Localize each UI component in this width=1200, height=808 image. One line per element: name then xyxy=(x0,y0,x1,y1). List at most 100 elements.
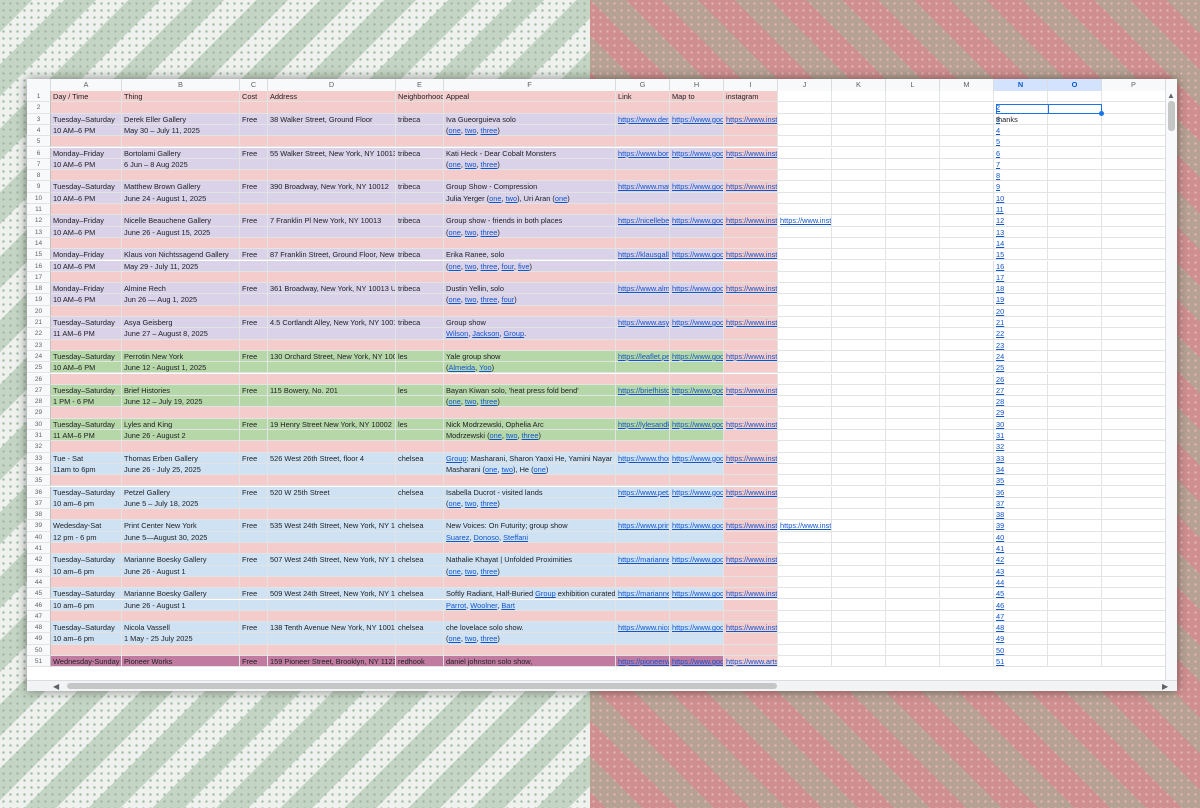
cell-b-50[interactable] xyxy=(122,644,240,656)
cell-e-7[interactable] xyxy=(396,158,444,171)
cell-f-9[interactable]: Group Show - Compression xyxy=(444,181,616,193)
cell-f-42[interactable]: Nathalie Khayat | Unfolded Proximities xyxy=(444,554,616,566)
cell-o-46[interactable] xyxy=(1048,599,1102,611)
cell-h-26[interactable] xyxy=(670,373,724,385)
cell-n-31[interactable]: 31 xyxy=(994,430,1048,442)
cell-k-40[interactable] xyxy=(832,531,886,543)
scroll-right-icon[interactable]: ▶ xyxy=(1162,681,1168,691)
cell-n-40[interactable]: 40 xyxy=(994,531,1048,543)
cell-g-30[interactable]: https://lylesandki xyxy=(616,418,670,430)
cell-p-8[interactable] xyxy=(1102,170,1166,182)
cell-i-15[interactable]: https://www.instagram.com/erikaranee/?hl… xyxy=(724,249,778,261)
cell-n-29[interactable]: 29 xyxy=(994,407,1048,419)
row-number[interactable]: 13 xyxy=(27,226,51,238)
cell-b-2[interactable] xyxy=(122,102,240,114)
cell-o-32[interactable] xyxy=(1048,441,1102,453)
cell-e-19[interactable] xyxy=(396,294,444,306)
cell-i-26[interactable] xyxy=(724,373,778,385)
cell-c-4[interactable] xyxy=(240,124,268,137)
cell-c-15[interactable]: Free xyxy=(240,249,268,261)
cell-h-10[interactable] xyxy=(670,192,724,204)
cell-n-39[interactable]: 39 xyxy=(994,520,1048,532)
cell-j-10[interactable] xyxy=(778,192,832,204)
cell-e-24[interactable]: les xyxy=(396,350,444,363)
cell-g-32[interactable] xyxy=(616,441,670,453)
cell-l-40[interactable] xyxy=(886,531,940,543)
cell-f-17[interactable] xyxy=(444,271,616,284)
cell-c-38[interactable] xyxy=(240,509,268,521)
cell-h-25[interactable] xyxy=(670,362,724,374)
cell-k-45[interactable] xyxy=(832,588,886,600)
cell-f-14[interactable] xyxy=(444,237,616,250)
cell-n1[interactable] xyxy=(994,91,1048,103)
cell-p-29[interactable] xyxy=(1102,407,1166,419)
cell-h-9[interactable]: https://www.goog xyxy=(670,181,724,193)
cell-o-10[interactable] xyxy=(1048,192,1102,204)
cell-a-39[interactable]: Wedesday-Sat xyxy=(51,520,122,532)
header-map[interactable]: Map to xyxy=(670,91,724,103)
cell-p-48[interactable] xyxy=(1102,622,1166,634)
cell-j-51[interactable] xyxy=(778,656,832,668)
cell-c-36[interactable]: Free xyxy=(240,486,268,498)
cell-n-20[interactable]: 20 xyxy=(994,305,1048,317)
cell-l-13[interactable] xyxy=(886,226,940,238)
cell-a-22[interactable]: 11 AM–6 PM xyxy=(51,328,122,340)
cell-a-15[interactable]: Monday–Friday xyxy=(51,249,122,261)
cell-k-42[interactable] xyxy=(832,554,886,566)
cell-k-23[interactable] xyxy=(832,339,886,351)
cell-d-40[interactable] xyxy=(268,531,396,543)
column-header-c[interactable]: C xyxy=(240,79,268,91)
cell-m-2[interactable] xyxy=(940,102,994,114)
cell-c-10[interactable] xyxy=(240,192,268,204)
cell-selection[interactable] xyxy=(996,104,1104,116)
cell-h-34[interactable] xyxy=(670,463,724,476)
row-number[interactable]: 3 xyxy=(27,113,51,125)
cell-b-43[interactable]: June 26 - August 1 xyxy=(122,565,240,577)
cell-f-32[interactable] xyxy=(444,441,616,453)
cell-h-6[interactable]: https://www.goog xyxy=(670,147,724,159)
cell-p-6[interactable] xyxy=(1102,147,1166,159)
cell-e-21[interactable]: tribeca xyxy=(396,317,444,329)
cell-e-34[interactable] xyxy=(396,463,444,476)
cell-b-6[interactable]: Bortolami Gallery xyxy=(122,147,240,159)
cell-n-30[interactable]: 30 xyxy=(994,418,1048,430)
cell-p-50[interactable] xyxy=(1102,644,1166,656)
cell-l-27[interactable] xyxy=(886,384,940,397)
cell-e-14[interactable] xyxy=(396,237,444,250)
cell-j-37[interactable] xyxy=(778,497,832,510)
cell-m-6[interactable] xyxy=(940,147,994,159)
cell-a-24[interactable]: Tuesday–Saturday xyxy=(51,350,122,363)
cell-n-21[interactable]: 21 xyxy=(994,317,1048,329)
cell-m-18[interactable] xyxy=(940,283,994,295)
cell-p-37[interactable] xyxy=(1102,497,1166,510)
cell-m-4[interactable] xyxy=(940,124,994,137)
cell-i-28[interactable] xyxy=(724,396,778,408)
cell-e-38[interactable] xyxy=(396,509,444,521)
cell-m-40[interactable] xyxy=(940,531,994,543)
cell-m-17[interactable] xyxy=(940,271,994,284)
cell-j-7[interactable] xyxy=(778,158,832,171)
cell-p-4[interactable] xyxy=(1102,124,1166,137)
cell-i-24[interactable]: https://www.instagram.com/jam.yovoyo/?hl… xyxy=(724,350,778,363)
cell-j-11[interactable] xyxy=(778,204,832,216)
cell-l-12[interactable] xyxy=(886,215,940,227)
cell-f-13[interactable]: (one, two, three) xyxy=(444,226,616,238)
cell-h-33[interactable]: https://www.goog xyxy=(670,452,724,464)
cell-m-46[interactable] xyxy=(940,599,994,611)
cell-n-4[interactable]: 4 xyxy=(994,124,1048,137)
cell-d-8[interactable] xyxy=(268,170,396,182)
cell-i-27[interactable]: https://www.instagram.com/bayankiw/?hl=e… xyxy=(724,384,778,397)
cell-i-32[interactable] xyxy=(724,441,778,453)
column-header-l[interactable]: L xyxy=(886,79,940,91)
cell-i-20[interactable] xyxy=(724,305,778,317)
cell-o-22[interactable] xyxy=(1048,328,1102,340)
cell-d-22[interactable] xyxy=(268,328,396,340)
cell-j-17[interactable] xyxy=(778,271,832,284)
cell-p-18[interactable] xyxy=(1102,283,1166,295)
cell-a-9[interactable]: Tuesday–Saturday xyxy=(51,181,122,193)
cell-a-43[interactable]: 10 am–6 pm xyxy=(51,565,122,577)
cell-e-32[interactable] xyxy=(396,441,444,453)
header-address[interactable]: Address xyxy=(268,91,396,103)
cell-i-51[interactable]: https://www.artsy.net/artist/daniel-john… xyxy=(724,656,778,668)
cell-b-25[interactable]: June 12 - August 1, 2025 xyxy=(122,362,240,374)
